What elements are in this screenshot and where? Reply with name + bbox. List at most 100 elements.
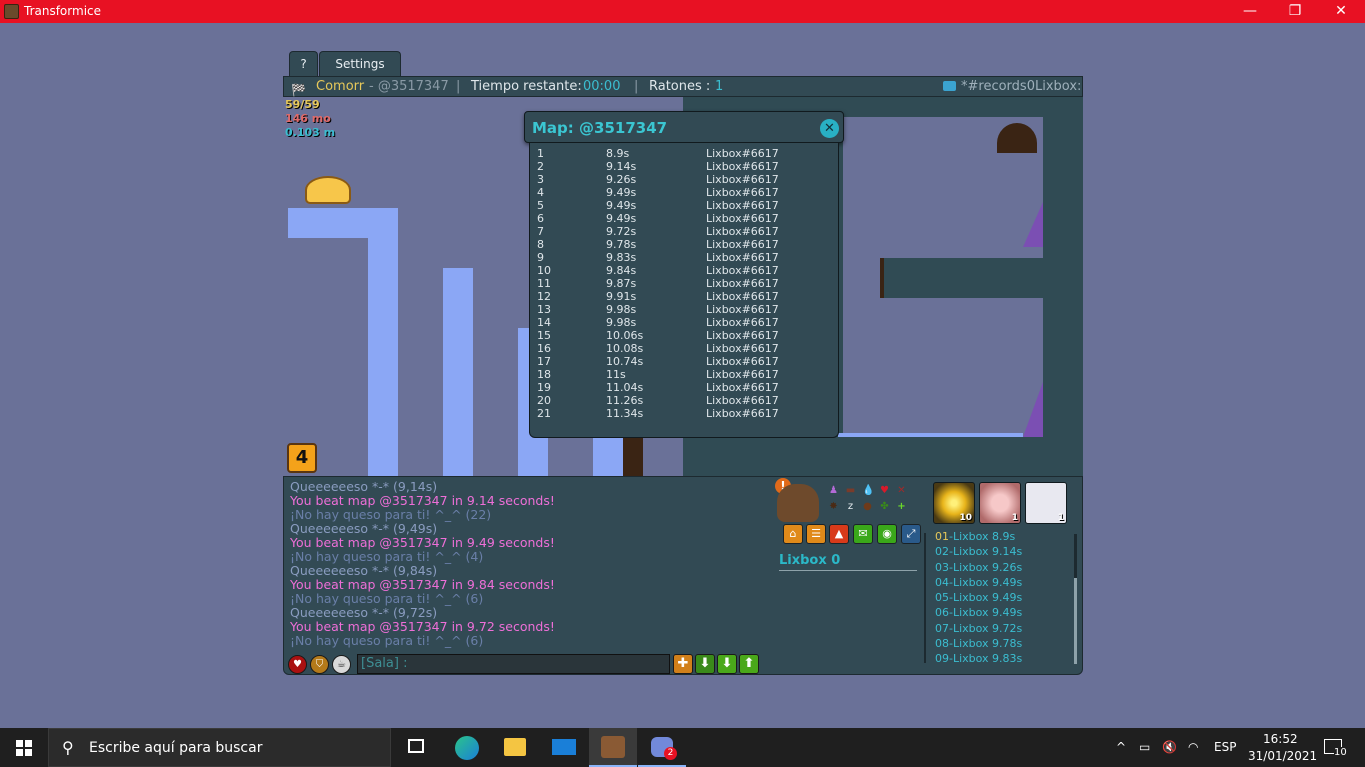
record-player[interactable]: Lixbox#6617 (706, 199, 779, 212)
map-code[interactable]: - @3517347 (369, 77, 449, 97)
scrollbar-thumb[interactable] (1074, 578, 1077, 664)
ranking-position: 03 (935, 560, 949, 574)
record-player[interactable]: Lixbox#6617 (706, 212, 779, 225)
record-player[interactable]: Lixbox#6617 (706, 381, 779, 394)
taskbar-search[interactable]: ⚲ Escribe aquí para buscar (48, 728, 391, 767)
chat-input[interactable]: [Sala] : (357, 654, 670, 674)
edge-button[interactable] (443, 728, 491, 767)
plus-button[interactable]: ✚ (673, 654, 693, 674)
arrow-down-button[interactable]: ⬇ (695, 654, 715, 674)
record-player[interactable]: Lixbox#6617 (706, 160, 779, 173)
heart-icon[interactable]: ♥ (879, 485, 890, 496)
cross-icon[interactable]: ✕ (896, 485, 907, 496)
ranking-position: 07 (935, 621, 949, 635)
start-button[interactable] (0, 728, 48, 767)
record-time: 9.83s (606, 251, 637, 264)
ranking-entry[interactable]: 04-Lixbox 9.49s (935, 575, 1070, 590)
house-button[interactable]: ⌂ (783, 524, 803, 544)
ranking-text: -Lixbox 9.72s (949, 621, 1023, 635)
close-icon[interactable]: ✕ (820, 119, 839, 138)
discord-taskbar-button[interactable]: 2 (638, 728, 686, 767)
list-button[interactable]: ☰ (806, 524, 826, 544)
chevron-up-icon[interactable]: ^ (1116, 740, 1126, 754)
discord-button[interactable]: ◉ (877, 524, 897, 544)
record-player[interactable]: Lixbox#6617 (706, 342, 779, 355)
ranking-entry[interactable]: 01-Lixbox 8.9s (935, 529, 1070, 544)
player-nickname[interactable]: Comorr (316, 77, 364, 97)
plus-icon[interactable]: + (896, 501, 907, 512)
record-player[interactable]: Lixbox#6617 (706, 394, 779, 407)
popup-title: Map: @3517347 (532, 119, 668, 137)
record-player[interactable]: Lixbox#6617 (706, 368, 779, 381)
settings-tab[interactable]: Settings (319, 51, 401, 76)
clover-icon[interactable]: ✤ (879, 501, 890, 512)
mouse-avatar-icon[interactable] (777, 484, 819, 522)
avatar-sparkle[interactable]: 10 (933, 482, 975, 524)
dress-icon[interactable]: ♟ (828, 485, 839, 496)
record-player[interactable]: Lixbox#6617 (706, 303, 779, 316)
ranking-text: -Lixbox 9.49s (949, 575, 1023, 589)
cheese-icon[interactable] (305, 176, 351, 204)
ranking-entry[interactable]: 07-Lixbox 9.72s (935, 621, 1070, 636)
record-player[interactable]: Lixbox#6617 (706, 147, 779, 160)
record-player[interactable]: Lixbox#6617 (706, 407, 779, 420)
clock-time[interactable]: 16:52 (1263, 732, 1298, 746)
wifi-icon[interactable]: ◠ (1188, 740, 1198, 754)
transformice-app-icon (4, 4, 19, 19)
avatar-rabbit[interactable]: 1 (1025, 482, 1067, 524)
shop-button[interactable]: ▲ (829, 524, 849, 544)
record-player[interactable]: Lixbox#6617 (706, 264, 779, 277)
fullscreen-button[interactable]: ⤢ (901, 524, 921, 544)
volume-muted-icon[interactable]: 🔇 (1162, 740, 1177, 754)
file-explorer-button[interactable] (491, 728, 539, 767)
windows-taskbar: ⚲ Escribe aquí para buscar 2 ^ ▭ 🔇 ◠ ESP… (0, 728, 1365, 767)
battery-icon[interactable]: ▭ (1139, 740, 1150, 754)
ranking-entry[interactable]: 03-Lixbox 9.26s (935, 560, 1070, 575)
record-player[interactable]: Lixbox#6617 (706, 173, 779, 186)
task-view-button[interactable] (392, 728, 440, 767)
clock-date[interactable]: 31/01/2021 (1248, 749, 1317, 763)
ranking-entry[interactable]: 02-Lixbox 9.14s (935, 544, 1070, 559)
sleep-icon[interactable]: z (845, 501, 856, 512)
record-player[interactable]: Lixbox#6617 (706, 290, 779, 303)
record-player[interactable]: Lixbox#6617 (706, 277, 779, 290)
player-score[interactable]: Lixbox 0 (779, 553, 840, 568)
minimize-button[interactable]: — (1227, 0, 1273, 23)
seed-icon[interactable]: ● (862, 501, 873, 512)
chat-message: You beat map @3517347 in 9.84 seconds! (290, 577, 555, 592)
arrow-down-button[interactable]: ⬇ (717, 654, 737, 674)
chat-bubble-button[interactable]: ✉ (853, 524, 873, 544)
record-row: 17 10.74s Lixbox#6617 (537, 355, 827, 368)
ranking-entry[interactable]: 05-Lixbox 9.49s (935, 590, 1070, 605)
record-player[interactable]: Lixbox#6617 (706, 251, 779, 264)
record-player[interactable]: Lixbox#6617 (706, 316, 779, 329)
ranking-entry[interactable]: 09-Lixbox 9.83s (935, 651, 1070, 666)
edge-icon (455, 736, 479, 760)
record-player[interactable]: Lixbox#6617 (706, 238, 779, 251)
hedgehog-icon[interactable]: ✸ (828, 501, 839, 512)
record-player[interactable]: Lixbox#6617 (706, 329, 779, 342)
hat-icon[interactable]: ▬ (845, 485, 856, 496)
record-player[interactable]: Lixbox#6617 (706, 186, 779, 199)
ranking-entry[interactable]: 06-Lixbox 9.49s (935, 605, 1070, 620)
record-time: 10.06s (606, 329, 644, 342)
close-window-button[interactable]: ✕ (1318, 0, 1364, 23)
help-tab[interactable]: ? (289, 51, 318, 76)
room-name[interactable]: *#records0Lixbox: (961, 77, 1081, 97)
ranking-entry[interactable]: 08-Lixbox 9.78s (935, 636, 1070, 651)
avatar-pink[interactable]: 1 (979, 482, 1021, 524)
record-player[interactable]: Lixbox#6617 (706, 355, 779, 368)
record-pos: 12 (537, 290, 551, 303)
language-indicator[interactable]: ESP (1214, 740, 1236, 754)
mail-button[interactable] (540, 728, 588, 767)
record-player[interactable]: Lixbox#6617 (706, 225, 779, 238)
heart-button[interactable]: ♥ (288, 655, 307, 674)
chat-message: Queeeeeeso *-* (9,49s) (290, 521, 438, 536)
restore-button[interactable]: ❐ (1272, 0, 1318, 23)
cup-button[interactable]: ☕ (332, 655, 351, 674)
transformice-taskbar-button[interactable] (589, 728, 637, 767)
arrow-up-button[interactable]: ⬆ (739, 654, 759, 674)
shield-button[interactable]: ⛉ (310, 655, 329, 674)
ranking-text: -Lixbox 9.26s (949, 560, 1023, 574)
drop-icon[interactable]: 💧 (862, 485, 874, 496)
